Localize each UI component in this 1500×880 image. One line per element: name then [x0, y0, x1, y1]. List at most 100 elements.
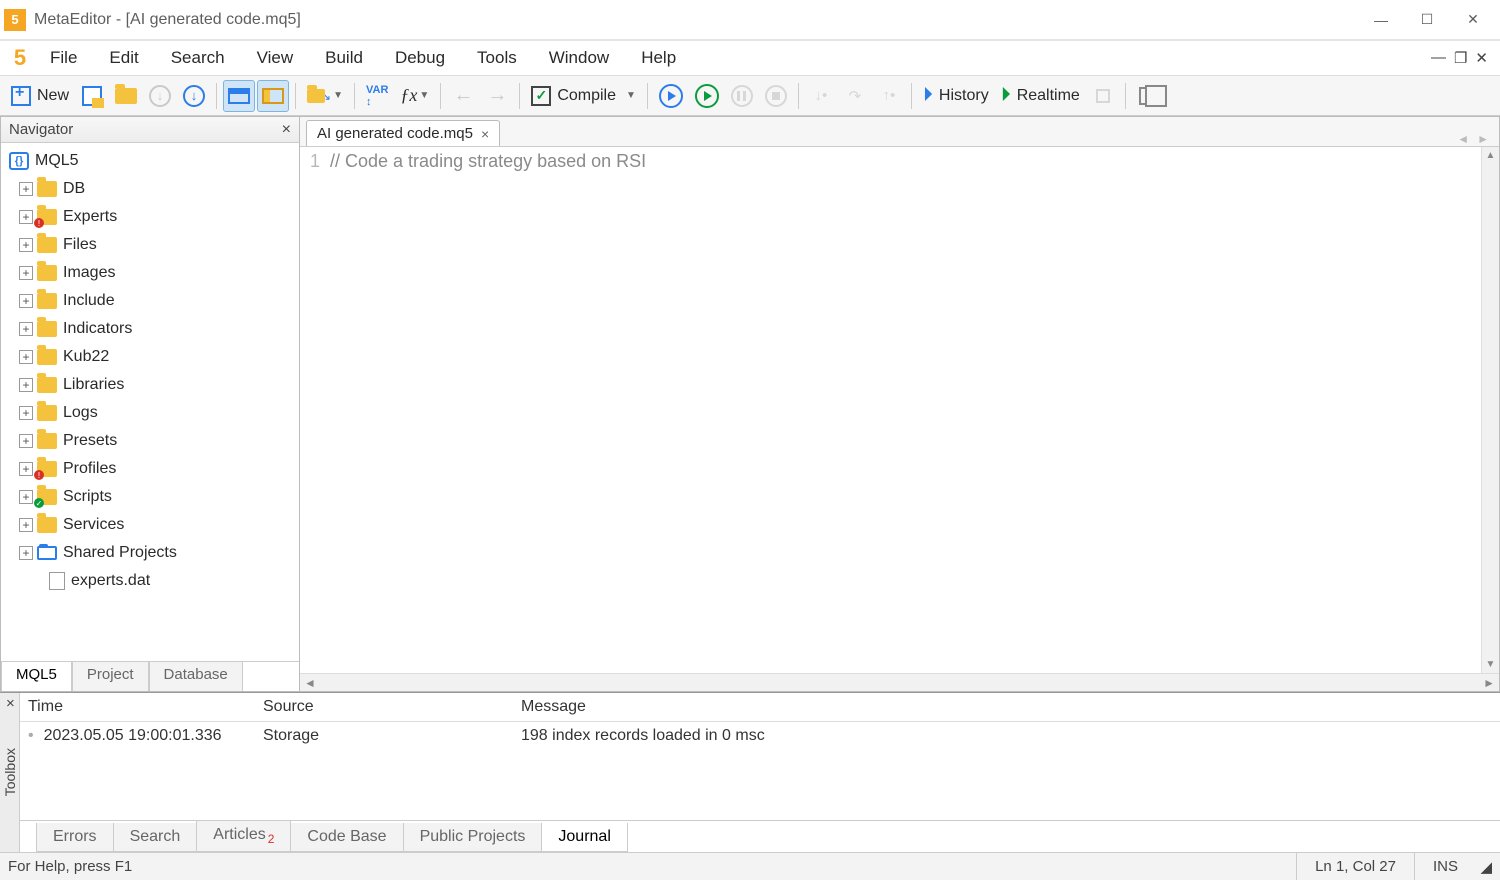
tab-scroll-left-button[interactable]: ◄ — [1457, 132, 1469, 146]
code-editor[interactable]: 1 // Code a trading strategy based on RS… — [300, 147, 1499, 673]
editor-tab[interactable]: AI generated code.mq5 × — [306, 120, 500, 146]
expand-icon[interactable]: + — [19, 378, 33, 392]
bookmark-button[interactable]: ↘▼ — [302, 80, 348, 112]
copy-button[interactable] — [1132, 80, 1164, 112]
maximize-button[interactable]: ☐ — [1404, 4, 1450, 36]
tb-tab-public-projects[interactable]: Public Projects — [403, 823, 543, 852]
expand-icon[interactable]: + — [19, 294, 33, 308]
menu-debug[interactable]: Debug — [379, 42, 461, 74]
menu-search[interactable]: Search — [155, 42, 241, 74]
tree-item[interactable]: + Files — [1, 231, 299, 259]
expand-icon[interactable]: + — [19, 490, 33, 504]
stop-button — [760, 80, 792, 112]
menu-help[interactable]: Help — [625, 42, 692, 74]
header-time[interactable]: Time — [20, 693, 255, 721]
mdi-minimize-button[interactable]: — — [1431, 49, 1446, 67]
minimize-button[interactable]: — — [1358, 4, 1404, 36]
tree-file[interactable]: experts.dat — [1, 567, 299, 595]
tree-item[interactable]: + Logs — [1, 399, 299, 427]
horizontal-scrollbar[interactable]: ◄► — [300, 673, 1499, 691]
expand-icon[interactable]: + — [19, 322, 33, 336]
menu-build[interactable]: Build — [309, 42, 379, 74]
expand-icon[interactable]: + — [19, 182, 33, 196]
tb-tab-journal[interactable]: Journal — [541, 823, 627, 852]
navigator-tree[interactable]: {} MQL5 + DB+ ! Experts+ Files+ Images+ … — [1, 143, 299, 661]
nav-tab-project[interactable]: Project — [72, 661, 149, 691]
expand-icon[interactable]: + — [19, 238, 33, 252]
tree-item[interactable]: + ✓ Scripts — [1, 483, 299, 511]
folder-icon — [37, 321, 57, 337]
play-icon — [659, 84, 683, 108]
tb-tab-errors[interactable]: Errors — [36, 823, 114, 852]
folder-icon: ✓ — [37, 489, 57, 505]
download-disabled-button: ↓ — [144, 80, 176, 112]
tree-item[interactable]: + DB — [1, 175, 299, 203]
folder-icon: ! — [37, 461, 57, 477]
tb-tab-codebase[interactable]: Code Base — [290, 823, 403, 852]
run-test-button[interactable] — [690, 80, 724, 112]
tree-item-label: Libraries — [63, 376, 124, 394]
title-bar: 5 MetaEditor - [AI generated code.mq5] —… — [0, 0, 1500, 40]
table-row[interactable]: •2023.05.05 19:00:01.336 Storage 198 ind… — [20, 722, 1500, 750]
expand-icon[interactable]: + — [19, 546, 33, 560]
compile-button[interactable]: ✓Compile▼ — [526, 80, 641, 112]
tree-item[interactable]: + Include — [1, 287, 299, 315]
toggle-navigator-button[interactable] — [257, 80, 289, 112]
mdi-close-button[interactable]: ✕ — [1475, 49, 1488, 67]
expand-icon[interactable]: + — [19, 434, 33, 448]
tree-item[interactable]: + Services — [1, 511, 299, 539]
nav-tab-mql5[interactable]: MQL5 — [1, 661, 72, 691]
new-button[interactable]: New — [6, 80, 74, 112]
tree-item[interactable]: + Libraries — [1, 371, 299, 399]
menu-tools[interactable]: Tools — [461, 42, 533, 74]
new-file-button[interactable] — [76, 80, 108, 112]
status-position: Ln 1, Col 27 — [1296, 853, 1414, 880]
function-button[interactable]: ƒx▼ — [395, 80, 434, 112]
resize-grip[interactable]: ◢ — [1476, 858, 1492, 876]
menu-view[interactable]: View — [241, 42, 310, 74]
nav-tab-database[interactable]: Database — [149, 661, 243, 691]
run-button[interactable] — [654, 80, 688, 112]
header-source[interactable]: Source — [255, 693, 513, 721]
tb-tab-search[interactable]: Search — [113, 823, 198, 852]
separator — [911, 83, 912, 109]
code-line[interactable]: // Code a trading strategy based on RSI — [324, 147, 1499, 673]
editor-tab-close-button[interactable]: × — [481, 126, 489, 142]
separator — [354, 83, 355, 109]
navigator-close-button[interactable]: × — [282, 121, 291, 139]
expand-icon[interactable]: + — [19, 350, 33, 364]
expand-icon[interactable]: + — [19, 406, 33, 420]
expand-icon[interactable]: + — [19, 210, 33, 224]
header-message[interactable]: Message — [513, 693, 1500, 721]
open-button[interactable] — [110, 80, 142, 112]
separator — [798, 83, 799, 109]
expand-icon[interactable]: + — [19, 266, 33, 280]
mdi-restore-button[interactable]: ❐ — [1454, 49, 1467, 67]
vertical-scrollbar[interactable]: ▲▼ — [1481, 147, 1499, 673]
realtime-button[interactable]: ⏵Realtime — [996, 80, 1085, 112]
tree-item[interactable]: + ! Experts — [1, 203, 299, 231]
toggle-window-button[interactable] — [223, 80, 255, 112]
tb-tab-articles[interactable]: Articles2 — [196, 821, 291, 852]
tree-item[interactable]: + Kub22 — [1, 343, 299, 371]
menu-file[interactable]: File — [34, 42, 93, 74]
download-button[interactable]: ↓ — [178, 80, 210, 112]
tree-item[interactable]: + ! Profiles — [1, 455, 299, 483]
tree-item[interactable]: + Indicators — [1, 315, 299, 343]
tree-item[interactable]: + Shared Projects — [1, 539, 299, 567]
expand-icon[interactable]: + — [19, 462, 33, 476]
var-button[interactable]: VAR↕ — [361, 80, 393, 112]
toolbox-close-button[interactable]: × — [2, 693, 19, 714]
tree-item[interactable]: + Presets — [1, 427, 299, 455]
step-over-button: ↷ — [839, 80, 871, 112]
tree-item[interactable]: + Images — [1, 259, 299, 287]
separator — [647, 83, 648, 109]
history-button[interactable]: ⏵History — [918, 80, 994, 112]
tab-scroll-right-button[interactable]: ► — [1477, 132, 1489, 146]
menu-window[interactable]: Window — [533, 42, 625, 74]
close-button[interactable]: ✕ — [1450, 4, 1496, 36]
cell-message: 198 index records loaded in 0 msc — [513, 722, 1500, 750]
tree-root[interactable]: {} MQL5 — [1, 147, 299, 175]
menu-edit[interactable]: Edit — [93, 42, 154, 74]
expand-icon[interactable]: + — [19, 518, 33, 532]
